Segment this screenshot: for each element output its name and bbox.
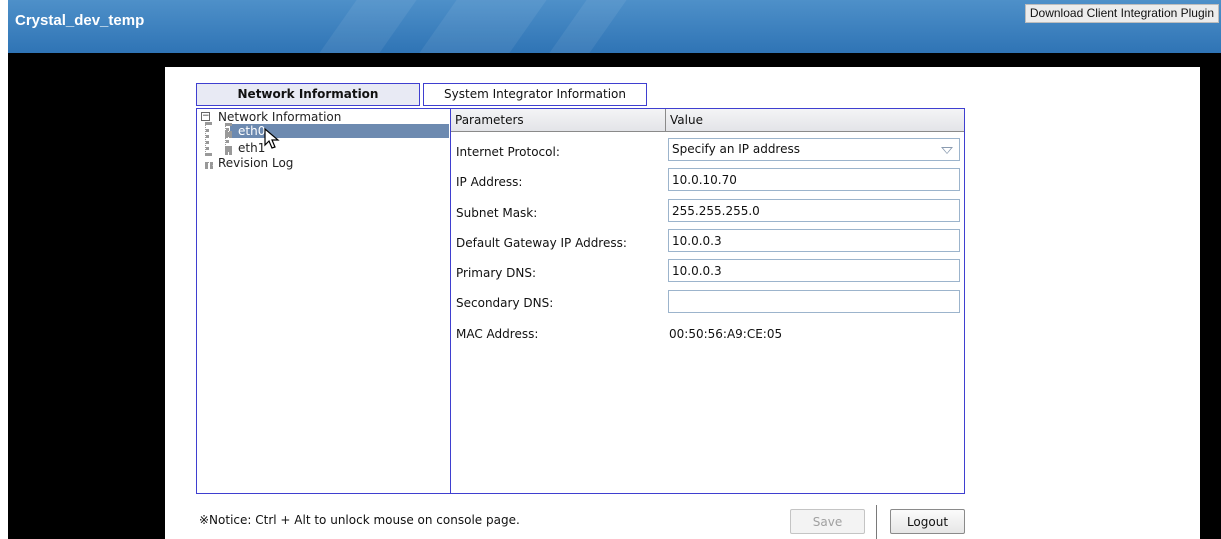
label-primary-dns: Primary DNS: — [456, 266, 537, 280]
mac-address-value: 00:50:56:A9:CE:05 — [669, 327, 783, 341]
mouse-pointer-icon — [264, 128, 280, 149]
tree-item-eth0[interactable]: eth0 — [238, 124, 265, 138]
banner-decoration — [319, 0, 417, 53]
tree-connector — [225, 148, 232, 152]
console-notice: ※Notice: Ctrl + Alt to unlock mouse on c… — [199, 513, 520, 527]
button-divider — [876, 505, 877, 539]
internet-protocol-value: Specify an IP address — [672, 142, 800, 156]
tree-item-eth1[interactable]: eth1 — [238, 141, 265, 155]
tab-system-integrator-information[interactable]: System Integrator Information — [423, 83, 647, 106]
subnet-mask-field[interactable] — [668, 199, 960, 222]
secondary-dns-field[interactable] — [668, 290, 960, 313]
default-gateway-field[interactable] — [668, 229, 960, 252]
tree-connector — [205, 122, 209, 156]
chevron-down-icon — [941, 147, 953, 154]
label-mac-address: MAC Address: — [456, 327, 539, 341]
navigation-tree: − Network Information eth0 eth1 Revision… — [196, 108, 451, 494]
primary-dns-field[interactable] — [668, 259, 960, 282]
column-header-value: Value — [670, 113, 703, 127]
table-header: Parameters Value — [451, 109, 964, 132]
tab-network-information[interactable]: Network Information — [196, 83, 420, 106]
label-internet-protocol: Internet Protocol: — [456, 145, 560, 159]
tree-item-network-information[interactable]: Network Information — [218, 110, 341, 124]
label-default-gateway: Default Gateway IP Address: — [456, 236, 627, 250]
banner-decoration — [549, 0, 627, 53]
label-subnet-mask: Subnet Mask: — [456, 206, 538, 220]
ip-address-field[interactable] — [668, 168, 960, 191]
tree-item-revision-log[interactable]: Revision Log — [218, 156, 293, 170]
download-plugin-link[interactable]: Download Client Integration Plugin — [1024, 4, 1219, 23]
banner-decoration — [419, 0, 547, 53]
parameters-table: Parameters Value Internet Protocol: Spec… — [450, 108, 965, 494]
internet-protocol-select[interactable]: Specify an IP address — [668, 138, 960, 161]
column-header-parameters: Parameters — [455, 113, 524, 127]
collapse-toggle-icon[interactable]: − — [201, 112, 210, 121]
save-button[interactable]: Save — [790, 509, 865, 534]
label-secondary-dns: Secondary DNS: — [456, 296, 554, 310]
logout-button[interactable]: Logout — [890, 509, 965, 534]
app-title: Crystal_dev_temp — [15, 12, 145, 29]
tree-connector — [225, 123, 229, 149]
label-ip-address: IP Address: — [456, 175, 523, 189]
tree-connector — [205, 162, 213, 166]
tree-connector — [225, 131, 232, 135]
